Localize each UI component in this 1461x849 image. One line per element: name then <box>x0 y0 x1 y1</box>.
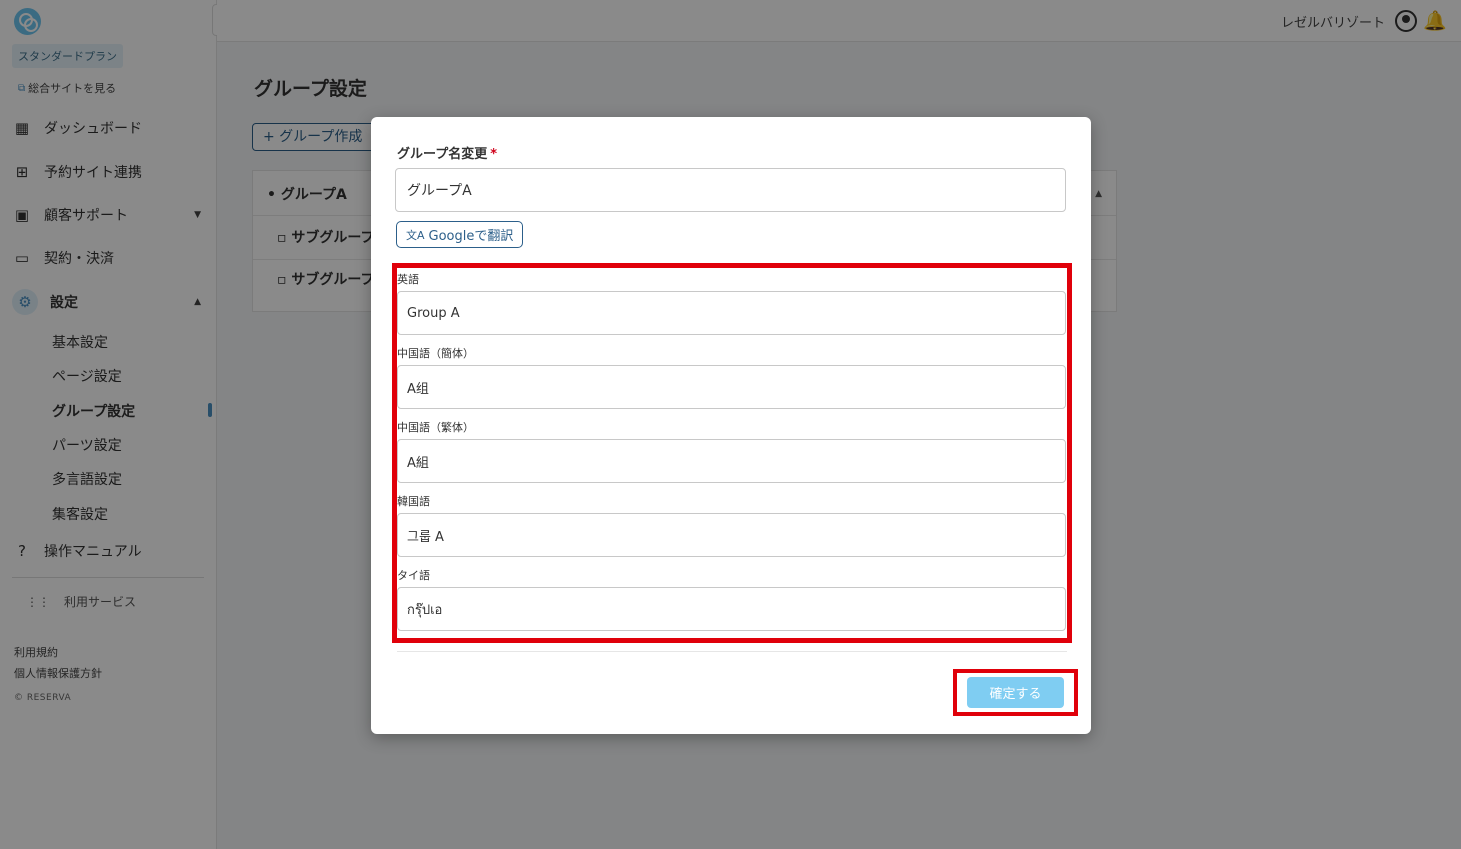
confirm-button[interactable]: 確定する <box>967 677 1064 708</box>
chinese-simplified-input[interactable] <box>397 365 1066 409</box>
translate-icon: 文A <box>406 228 425 242</box>
lang-label-english: 英語 <box>397 273 419 286</box>
required-mark: * <box>490 147 498 162</box>
group-rename-modal: グループ名変更* 文A Googleで翻訳 英語 中国語（簡体） 中国語（繁体）… <box>371 117 1091 734</box>
english-input[interactable] <box>397 291 1066 335</box>
google-translate-button[interactable]: 文A Googleで翻訳 <box>396 221 524 248</box>
translations-highlight: 英語 中国語（簡体） 中国語（繁体） 韓国語 タイ語 <box>392 263 1072 643</box>
lang-label-thai: タイ語 <box>397 569 430 582</box>
lang-label-korean: 韓国語 <box>397 495 430 508</box>
lang-label-chinese-simplified: 中国語（簡体） <box>397 347 474 360</box>
lang-label-chinese-traditional: 中国語（繁体） <box>397 421 474 434</box>
group-name-input[interactable] <box>395 168 1066 212</box>
korean-input[interactable] <box>397 513 1066 557</box>
confirm-highlight: 確定する <box>953 669 1078 716</box>
thai-input[interactable] <box>397 587 1066 631</box>
field-label-text: グループ名変更 <box>397 147 488 162</box>
chinese-traditional-input[interactable] <box>397 439 1066 483</box>
field-label: グループ名変更 * <box>397 143 497 162</box>
translate-label: Googleで翻訳 <box>428 229 514 244</box>
modal-divider <box>397 651 1067 652</box>
